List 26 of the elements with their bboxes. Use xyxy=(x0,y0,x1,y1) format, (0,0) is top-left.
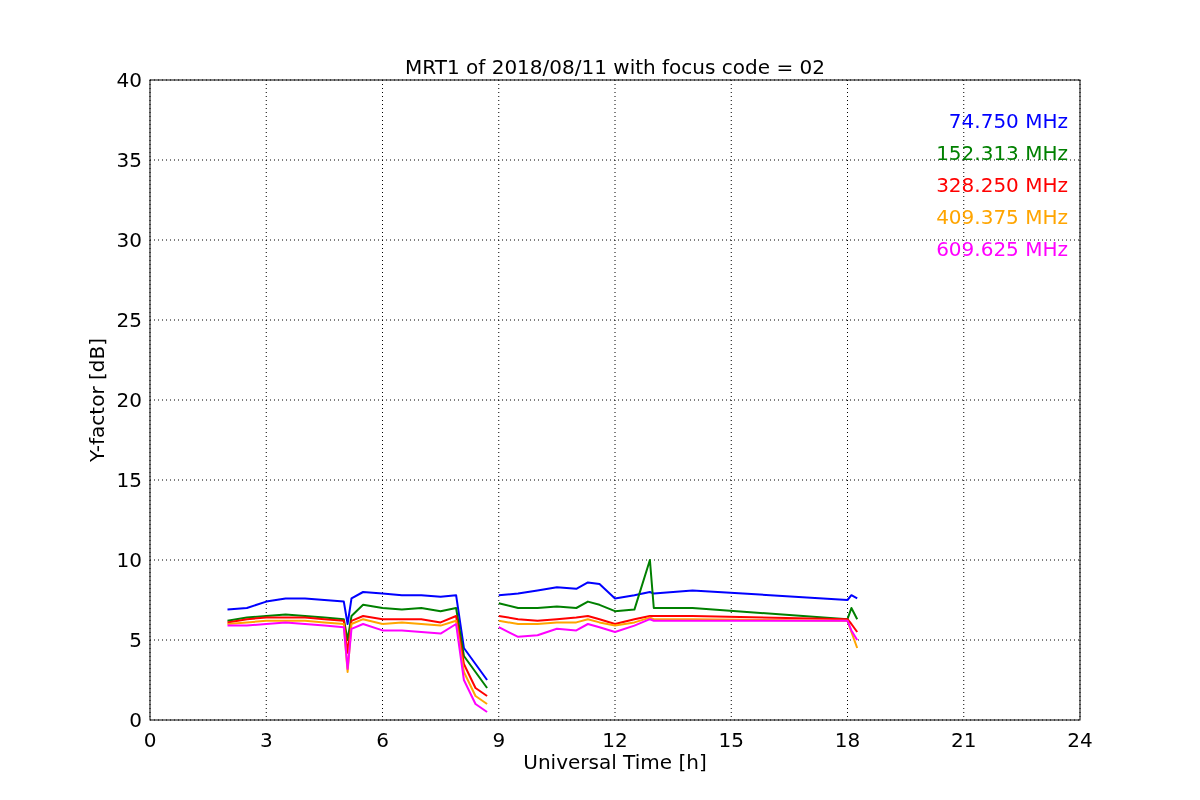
legend-label: 409.375 MHz xyxy=(936,205,1068,229)
legend-label: 328.250 MHz xyxy=(936,173,1068,197)
x-axis-label: Universal Time [h] xyxy=(523,750,707,774)
y-tick-label: 15 xyxy=(116,468,142,492)
y-tick-label: 0 xyxy=(129,708,142,732)
legend-label: 74.750 MHz xyxy=(948,109,1068,133)
y-axis-label: Y-factor [dB] xyxy=(85,338,109,462)
y-tick-label: 10 xyxy=(116,548,142,572)
y-tick-label: 5 xyxy=(129,628,142,652)
y-tick-label: 25 xyxy=(116,308,142,332)
x-tick-label: 15 xyxy=(718,728,744,752)
legend-label: 152.313 MHz xyxy=(936,141,1068,165)
x-tick-label: 6 xyxy=(376,728,389,752)
x-tick-label: 3 xyxy=(259,728,273,752)
x-tick-label: 0 xyxy=(143,728,157,752)
legend-label: 609.625 MHz xyxy=(936,237,1068,261)
x-tick-label: 24 xyxy=(1067,728,1093,752)
chart-title: MRT1 of 2018/08/11 with focus code = 02 xyxy=(405,55,825,79)
y-tick-label: 20 xyxy=(116,388,142,412)
y-tick-label: 35 xyxy=(116,148,142,172)
x-tick-label: 12 xyxy=(602,728,628,752)
x-tick-label: 21 xyxy=(951,728,977,752)
x-tick-label: 9 xyxy=(492,728,506,752)
y-tick-label: 40 xyxy=(116,68,142,92)
x-tick-label: 18 xyxy=(834,728,861,752)
y-tick-label: 30 xyxy=(116,228,142,252)
